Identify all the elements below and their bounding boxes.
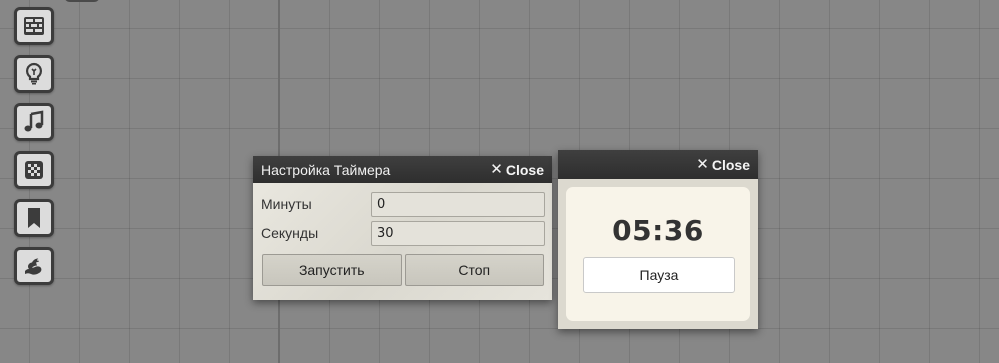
checkered-die-icon (25, 161, 43, 179)
timer-display-dialog: ✕ Close 05:36 Пауза (558, 150, 758, 329)
close-label: Close (711, 156, 750, 173)
bookmark-button[interactable] (14, 199, 54, 237)
dragon-button[interactable] (14, 247, 54, 285)
timer-body: 05:36 Пауза (558, 179, 758, 329)
minutes-label: Минуты (261, 196, 312, 212)
close-icon: ✕ (696, 156, 709, 173)
music-button[interactable] (14, 103, 54, 141)
timer-card: 05:36 Пауза (566, 187, 750, 321)
timer-close-button[interactable]: ✕ Close (696, 157, 750, 173)
bookmark-icon (28, 208, 40, 228)
dragon-icon (25, 258, 42, 275)
lightbulb-icon (25, 62, 43, 85)
minutes-input[interactable] (371, 192, 545, 217)
music-note-icon (24, 110, 44, 132)
top-toolbar-stub[interactable] (64, 0, 100, 2)
seconds-row: Секунды (261, 220, 545, 249)
close-button[interactable]: ✕ Close (490, 162, 544, 178)
close-icon: ✕ (490, 161, 503, 178)
dialog-buttons: Запустить Стоп (262, 254, 544, 287)
brick-wall-icon (24, 17, 44, 35)
map-tiles-button[interactable] (14, 7, 54, 45)
timer-titlebar[interactable]: ✕ Close (558, 150, 758, 179)
start-button[interactable]: Запустить (262, 254, 402, 286)
dice-button[interactable] (14, 151, 54, 189)
dialog-titlebar[interactable]: Настройка Таймера ✕ Close (253, 156, 552, 183)
stop-button[interactable]: Стоп (404, 254, 544, 286)
seconds-input[interactable] (371, 221, 545, 246)
time-display: 05:36 (612, 214, 704, 247)
light-button[interactable] (14, 55, 54, 93)
dialog-title: Настройка Таймера (261, 161, 391, 178)
timer-settings-dialog: Настройка Таймера ✕ Close Минуты Секунды… (253, 156, 552, 300)
pause-button[interactable]: Пауза (583, 257, 735, 293)
close-label: Close (505, 161, 544, 178)
seconds-label: Секунды (261, 225, 319, 241)
left-toolbar (14, 7, 54, 295)
minutes-row: Минуты (261, 191, 545, 220)
